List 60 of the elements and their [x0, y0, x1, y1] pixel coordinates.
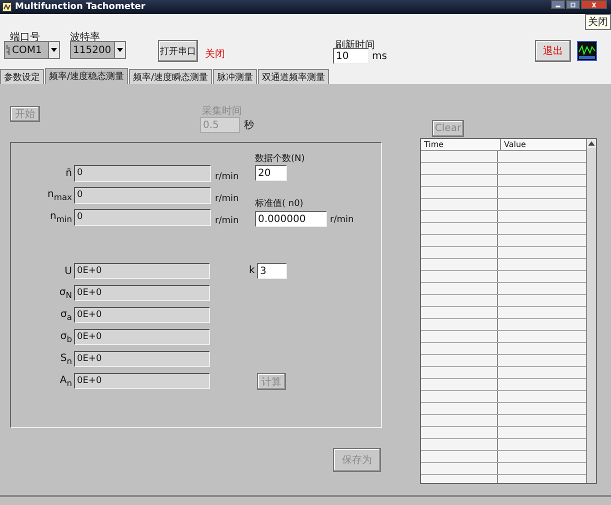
value-display: 0E+0: [74, 373, 210, 389]
unit-label: ms: [372, 51, 387, 62]
tab[interactable]: 脉冲测量: [213, 69, 258, 84]
count-label: 数据个数(N): [255, 152, 305, 165]
baud-label: 波特率: [70, 30, 100, 44]
tab[interactable]: 双通道频率测量: [258, 69, 330, 84]
column-header: Time: [421, 139, 501, 150]
unit-label: r/min: [215, 194, 239, 204]
minimize-button[interactable]: [551, 0, 565, 9]
value-display: 0E+0: [74, 285, 210, 301]
close-icon: [590, 2, 598, 8]
port-label: 端口号: [10, 30, 40, 44]
scroll-up-icon[interactable]: [587, 139, 596, 148]
app-icon: [2, 2, 12, 12]
count-field[interactable]: 20: [255, 165, 287, 181]
maximize-icon: [569, 2, 577, 8]
quantity-label: σ$_{N}$: [58, 286, 73, 300]
standard-field[interactable]: 0.000000: [255, 211, 327, 227]
status-text: 关闭: [205, 48, 225, 61]
quantity-label: U: [64, 266, 73, 276]
quantity-label: A$_{n}$: [58, 374, 73, 388]
value-display: 0E+0: [74, 351, 210, 367]
port-dropdown[interactable]: COM1: [4, 41, 60, 59]
quantity-label: n$_{max}$: [46, 189, 73, 202]
unit-label: r/min: [215, 216, 239, 226]
tab[interactable]: 频率/速度瞬态测量: [129, 69, 212, 84]
open-port-button[interactable]: 打开串口: [158, 40, 198, 62]
tab[interactable]: 频率/速度稳态测量: [45, 68, 128, 84]
close-button[interactable]: [581, 0, 607, 9]
quantity-label: n̄: [64, 168, 73, 179]
maximize-button[interactable]: [566, 0, 580, 9]
window-title: Multifunction Tachometer: [15, 2, 146, 12]
unit-label: 秒: [244, 118, 254, 132]
quantity-label: σ$_{a}$: [60, 308, 73, 322]
quantity-label: n$_{min}$: [48, 211, 73, 224]
unit-label: r/min: [330, 215, 354, 225]
tab[interactable]: 参数设定: [0, 69, 44, 84]
value-display: 0: [74, 187, 211, 204]
unit-label: r/min: [215, 172, 239, 182]
k-label: k: [249, 265, 255, 276]
refresh-field[interactable]: 10: [333, 48, 369, 64]
scrollbar[interactable]: [586, 139, 596, 483]
value-display: 0E+0: [74, 263, 210, 279]
value-display: 0: [74, 209, 211, 226]
standard-label: 标准值( n0): [255, 198, 304, 210]
caret-icon: [117, 48, 123, 52]
column-header: Value: [503, 139, 527, 150]
k-field[interactable]: 3: [257, 263, 287, 279]
logo-icon: [577, 41, 597, 61]
caret-icon: [51, 48, 57, 52]
sample-time-label: 采集时间: [202, 104, 242, 118]
value-display: 0: [74, 165, 211, 182]
value-display: 0E+0: [74, 329, 210, 345]
tooltip: 关闭: [585, 14, 611, 30]
value-display: 0E+0: [74, 307, 210, 323]
quantity-label: σ$_{b}$: [59, 330, 73, 344]
exit-button[interactable]: 退出: [535, 40, 571, 62]
quantity-label: S$_{n}$: [59, 352, 73, 366]
io-icon: [6, 44, 10, 56]
baud-dropdown[interactable]: 115200: [70, 41, 126, 59]
